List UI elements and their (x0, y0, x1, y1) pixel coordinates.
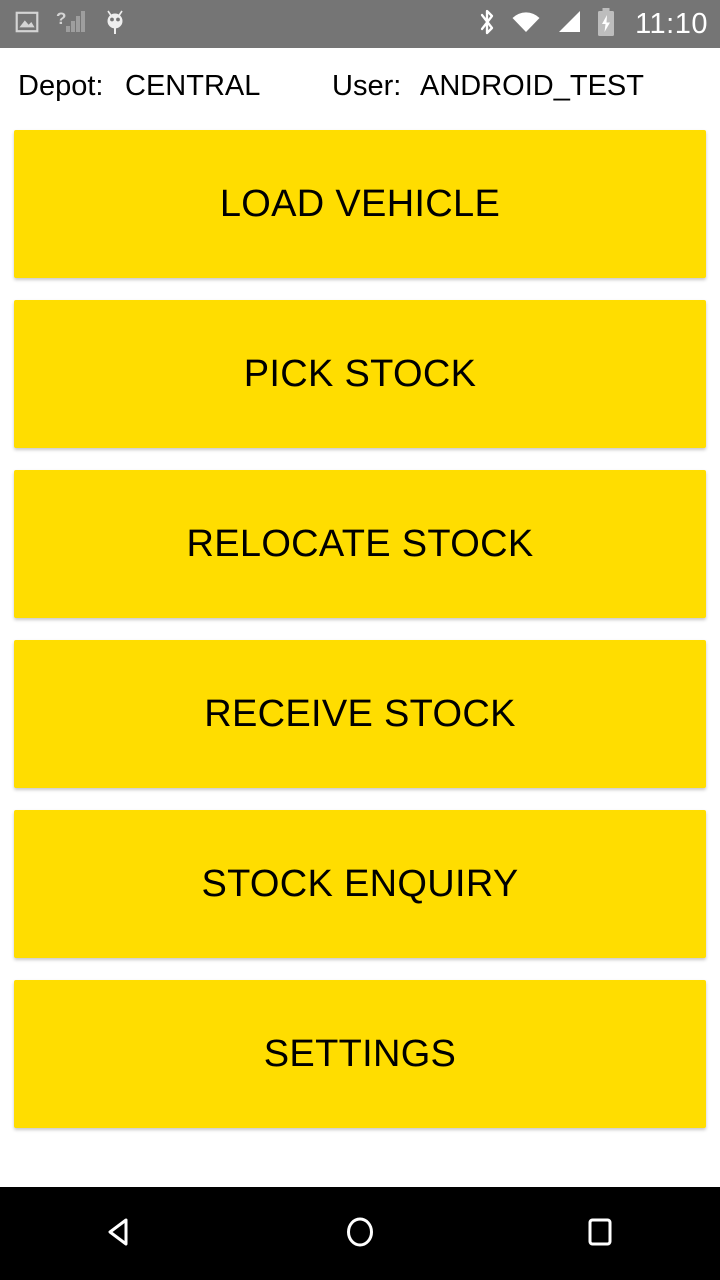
menu-button-stock-enquiry[interactable]: STOCK ENQUIRY (14, 810, 706, 958)
status-bar-left-icons: ? (14, 8, 128, 41)
recents-button[interactable] (540, 1187, 660, 1280)
status-bar-clock: 11:10 (635, 7, 708, 40)
status-bar: ? 11:10 (0, 0, 720, 48)
menu-button-label: LOAD VEHICLE (219, 182, 501, 225)
square-icon (582, 1214, 618, 1253)
no-sim-signal-icon: ? (56, 8, 86, 41)
menu-button-label: PICK STOCK (243, 352, 477, 395)
menu-button-load-vehicle[interactable]: LOAD VEHICLE (14, 130, 706, 278)
menu-button-label: SETTINGS (263, 1032, 457, 1075)
menu-button-settings[interactable]: SETTINGS (14, 980, 706, 1128)
menu-button-label: RECEIVE STOCK (204, 692, 516, 735)
menu-button-pick-stock[interactable]: PICK STOCK (14, 300, 706, 448)
menu-button-label: STOCK ENQUIRY (201, 862, 519, 905)
image-icon (14, 9, 40, 40)
bluetooth-icon (477, 7, 497, 42)
wifi-icon (510, 9, 542, 40)
home-button[interactable] (300, 1187, 420, 1280)
back-button[interactable] (60, 1187, 180, 1280)
battery-charging-icon (596, 7, 616, 42)
cell-signal-icon (555, 9, 583, 40)
app-screen: ? 11:10 Depot: CENTRAL User: ANDROID_TES… (0, 0, 720, 1280)
menu-button-label: RELOCATE STOCK (186, 522, 534, 565)
user-value: ANDROID_TEST (420, 70, 644, 102)
user-label: User: (332, 70, 402, 102)
depot-label: Depot: (18, 70, 104, 102)
main-menu: LOAD VEHICLE PICK STOCK RELOCATE STOCK R… (0, 130, 720, 1128)
menu-button-relocate-stock[interactable]: RELOCATE STOCK (14, 470, 706, 618)
status-bar-right-icons: 11:10 (477, 7, 708, 42)
triangle-left-icon (102, 1214, 138, 1253)
depot-value: CENTRAL (125, 70, 261, 102)
svg-text:?: ? (56, 9, 66, 28)
android-debug-icon (102, 8, 128, 41)
menu-button-receive-stock[interactable]: RECEIVE STOCK (14, 640, 706, 788)
android-navigation-bar (0, 1187, 720, 1280)
circle-icon (342, 1214, 378, 1253)
